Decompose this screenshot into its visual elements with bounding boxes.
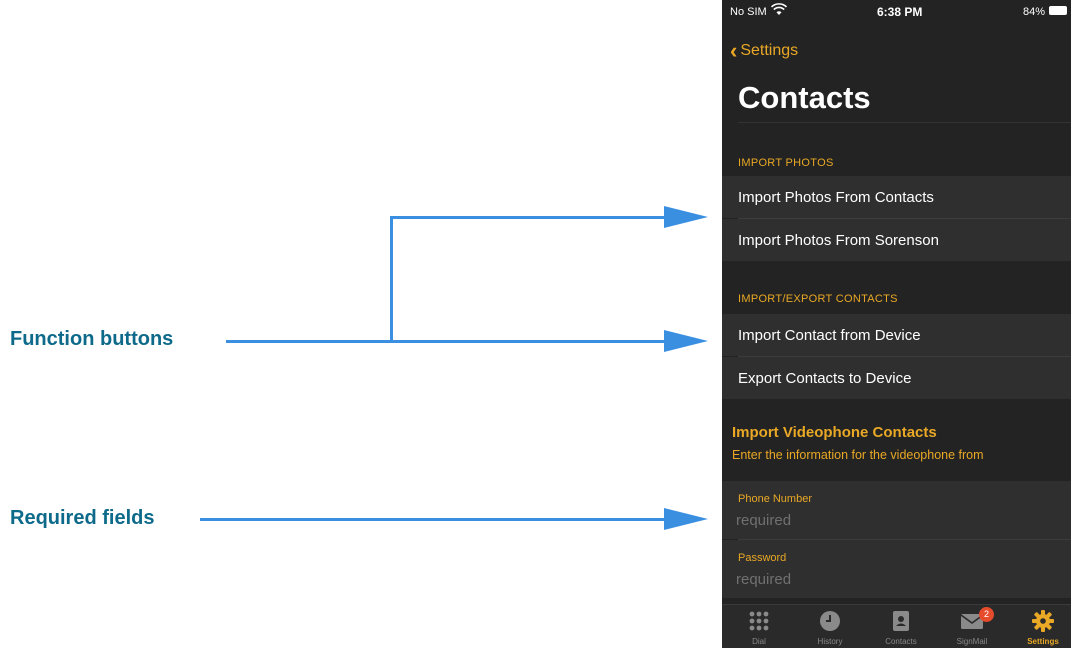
wifi-icon [770,3,788,20]
export-contacts-to-device-button[interactable]: Export Contacts to Device [722,357,1071,399]
function-buttons-label: Function buttons [10,328,174,350]
notification-badge: 2 [979,607,994,622]
tab-contacts[interactable]: Contacts [866,605,936,648]
carrier-text: No SIM [730,6,767,18]
arrow-to-import-photos [664,206,708,228]
function-buttons-top-line [390,216,666,219]
import-contact-from-device-button[interactable]: Import Contact from Device [722,314,1071,356]
envelope-icon [937,610,1007,632]
arrow-to-phone-number [664,508,708,530]
phone-number-input[interactable] [736,509,1036,531]
tab-bar: Dial History Contacts 2 SignMail Setting… [722,604,1071,648]
tab-dial[interactable]: Dial [724,605,794,648]
videophone-import-title: Import Videophone Contacts [732,424,937,441]
password-input[interactable] [736,568,1036,590]
status-bar: No SIM 6:38 PM 84% [722,0,1071,22]
import-photos-from-contacts-button[interactable]: Import Photos From Contacts [722,176,1071,218]
tab-label: SignMail [956,637,988,646]
section-header-import-export: IMPORT/EXPORT CONTACTS [738,293,898,305]
required-fields-line [200,518,666,521]
tab-label: Contacts [885,637,917,646]
gear-icon [1008,610,1071,632]
status-time: 6:38 PM [877,5,923,19]
section-header-import-photos: IMPORT PHOTOS [738,157,834,169]
password-field: Password [722,540,1071,598]
keypad-icon [724,610,794,632]
phone-number-field: Phone Number [722,481,1071,539]
phone-screen: No SIM 6:38 PM 84% ‹ Settings Contacts I… [722,0,1071,648]
title-divider [738,122,1071,123]
phone-number-label: Phone Number [738,493,812,505]
function-buttons-line [226,340,666,343]
tab-history[interactable]: History [795,605,865,648]
import-photos-from-sorenson-button[interactable]: Import Photos From Sorenson [722,219,1071,261]
page-title: Contacts [738,80,871,115]
clock-icon [795,610,865,632]
address-book-icon [866,610,936,632]
arrow-to-import-contact [664,330,708,352]
back-label: Settings [740,42,799,59]
tab-label: Settings [1027,637,1059,646]
chevron-left-icon: ‹ [730,38,738,63]
tab-label: History [817,637,843,646]
battery-percent: 84% [1022,6,1045,18]
password-label: Password [738,552,787,564]
tab-label: Dial [752,637,766,646]
tab-signmail[interactable]: 2 SignMail [937,605,1007,648]
videophone-import-subtitle: Enter the information for the videophone… [732,448,984,462]
back-button[interactable]: ‹ Settings [730,38,799,63]
battery-icon [1049,6,1067,15]
function-buttons-vertical-line [390,216,393,343]
required-fields-label: Required fields [10,507,155,529]
tab-settings[interactable]: Settings [1008,605,1071,648]
